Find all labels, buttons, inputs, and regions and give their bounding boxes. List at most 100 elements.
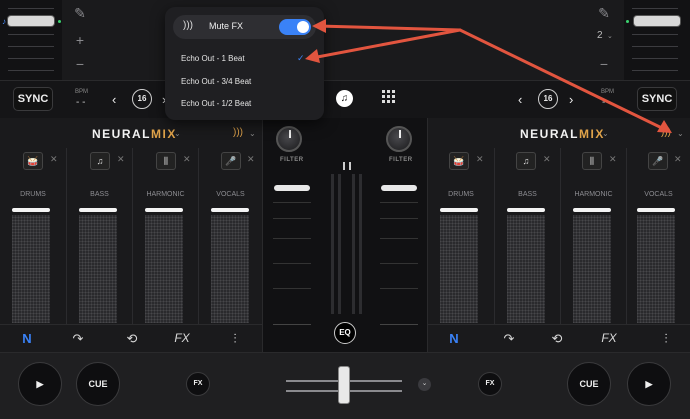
chevron-down-icon[interactable]: ⌄ [174, 129, 181, 138]
left-neural-mix-title[interactable]: NEURALMIX [92, 127, 177, 141]
right-cue-button[interactable]: CUE [567, 362, 611, 406]
page-number[interactable]: 2 [597, 30, 603, 41]
right-play-button[interactable]: ▶ [627, 362, 671, 406]
harmonic-icon[interactable]: ⫼ [156, 152, 176, 170]
stem-label: DRUMS [448, 191, 474, 198]
stem-fader-track[interactable] [145, 215, 183, 323]
mute-icon[interactable]: ✕ [183, 154, 191, 165]
status-dot [626, 20, 629, 23]
stem-fader-handle[interactable] [211, 208, 249, 212]
right-fx-settings-icon[interactable]: ))) [661, 127, 671, 138]
right-neural-mix-title[interactable]: NEURALMIX [520, 127, 605, 141]
grid-pads-icon[interactable] [382, 90, 396, 104]
stem-fader-track[interactable] [573, 215, 611, 323]
stem-fader-handle[interactable] [637, 208, 675, 212]
mute-icon[interactable]: ✕ [476, 154, 484, 165]
left-channel-fader-handle[interactable] [274, 185, 310, 191]
left-sync-button[interactable]: SYNC [13, 87, 53, 111]
redo-arrow-icon[interactable]: ↷ [499, 331, 519, 347]
stem-fader-track[interactable] [211, 215, 249, 323]
stem-fader-track[interactable] [12, 215, 50, 323]
stem-fader-track[interactable] [79, 215, 117, 323]
microphone-icon[interactable]: 🎤 [221, 152, 241, 170]
mute-icon[interactable]: ✕ [543, 154, 551, 165]
pencil-icon[interactable]: ✎ [594, 3, 614, 23]
right-pitch-handle[interactable] [634, 16, 680, 26]
mute-icon[interactable]: ✕ [117, 154, 125, 165]
right-bpm-label: BPM [601, 89, 615, 95]
left-fx-settings-icon[interactable]: ))) [233, 127, 243, 138]
checkmark-icon: ✓ [297, 53, 305, 63]
mute-icon[interactable]: ✕ [674, 154, 682, 165]
guitar-icon[interactable]: ♫ [90, 152, 110, 170]
redo-arrow-icon[interactable]: ↷ [68, 331, 88, 347]
right-deck-waveform-mini[interactable] [624, 0, 690, 80]
stem-harmonic: ⫼ ✕ HARMONIC [560, 148, 626, 324]
pencil-icon[interactable]: ✎ [70, 3, 90, 23]
stem-harmonic: ⫼ ✕ HARMONIC [132, 148, 198, 324]
echo-out-3-4-beat-option[interactable]: Echo Out - 3/4 Beat [181, 77, 251, 86]
chevron-down-icon[interactable]: ⌄ [607, 32, 613, 40]
left-cue-button[interactable]: CUE [76, 362, 120, 406]
chevron-down-icon[interactable]: ⌄ [249, 129, 256, 138]
chevron-down-icon[interactable]: ⌄ [602, 129, 609, 138]
mute-icon[interactable]: ✕ [50, 154, 58, 165]
loop-icon[interactable]: ⟲ [122, 331, 142, 347]
fx-tool-button[interactable]: FX [599, 331, 619, 345]
left-pitch-handle[interactable] [8, 16, 54, 26]
loop-icon[interactable]: ⟲ [547, 331, 567, 347]
stem-fader-track[interactable] [637, 215, 675, 323]
mute-icon[interactable]: ✕ [247, 154, 255, 165]
eq-button[interactable]: EQ [334, 322, 356, 344]
stem-fader-track[interactable] [440, 215, 478, 323]
right-sync-button[interactable]: SYNC [637, 87, 677, 111]
stem-fader-handle[interactable] [507, 208, 545, 212]
mute-fx-row[interactable]: ))) Mute FX [173, 15, 316, 39]
fx-tool-button[interactable]: FX [172, 331, 192, 345]
stem-fader-track[interactable] [507, 215, 545, 323]
stem-fader-handle[interactable] [440, 208, 478, 212]
right-channel-fader-handle[interactable] [381, 185, 417, 191]
right-fx-button[interactable]: FX [478, 372, 502, 396]
minus-icon[interactable]: − [594, 54, 614, 74]
stem-label: VOCALS [216, 191, 245, 198]
left-loop-prev-icon[interactable]: ‹ [112, 92, 116, 107]
mute-icon[interactable]: ✕ [609, 154, 617, 165]
stem-fader-handle[interactable] [79, 208, 117, 212]
right-filter-knob[interactable] [386, 126, 412, 152]
left-loop-size[interactable]: 16 [132, 89, 152, 109]
crossfader-handle[interactable] [338, 366, 350, 404]
drum-icon[interactable]: 🥁 [23, 152, 43, 170]
stem-label: DRUMS [20, 191, 46, 198]
plus-icon[interactable]: + [70, 30, 90, 50]
right-loop-next-icon[interactable]: › [569, 92, 573, 107]
sliders-icon[interactable]: ⫶ [225, 331, 245, 347]
music-library-icon[interactable]: ♫ [336, 90, 353, 107]
harmonic-icon[interactable]: ⫼ [582, 152, 602, 170]
drum-icon[interactable]: 🥁 [449, 152, 469, 170]
chevron-down-icon[interactable]: ⌄ [677, 129, 684, 138]
guitar-icon[interactable]: ♫ [516, 152, 536, 170]
right-loop-prev-icon[interactable]: ‹ [518, 92, 522, 107]
left-filter-knob[interactable] [276, 126, 302, 152]
neural-mix-n-icon[interactable]: N [444, 331, 464, 346]
right-loop-size[interactable]: 16 [538, 89, 558, 109]
chevron-down-icon[interactable]: ⌄ [418, 378, 431, 391]
minus-icon[interactable]: − [70, 54, 90, 74]
echo-out-1-2-beat-option[interactable]: Echo Out - 1/2 Beat [181, 99, 251, 108]
echo-out-1-beat-option[interactable]: Echo Out - 1 Beat [181, 54, 245, 63]
stem-bass: ♫ ✕ BASS [494, 148, 560, 324]
left-fx-button[interactable]: FX [186, 372, 210, 396]
sliders-icon[interactable]: ⫶ [656, 331, 676, 347]
stem-fader-handle[interactable] [12, 208, 50, 212]
left-bpm-value: - - [76, 97, 86, 108]
left-deck-waveform-mini[interactable]: ♪ [0, 0, 62, 80]
neural-mix-n-icon[interactable]: N [17, 331, 37, 346]
fx-options-popup: ))) Mute FX Echo Out - 1 Beat ✓ Echo Out… [165, 7, 324, 120]
right-deck-tools: N ↷ ⟲ FX ⫶ [428, 324, 690, 352]
microphone-icon[interactable]: 🎤 [648, 152, 668, 170]
mute-fx-toggle[interactable] [279, 19, 311, 35]
stem-fader-handle[interactable] [145, 208, 183, 212]
left-play-button[interactable]: ▶ [18, 362, 62, 406]
stem-fader-handle[interactable] [573, 208, 611, 212]
